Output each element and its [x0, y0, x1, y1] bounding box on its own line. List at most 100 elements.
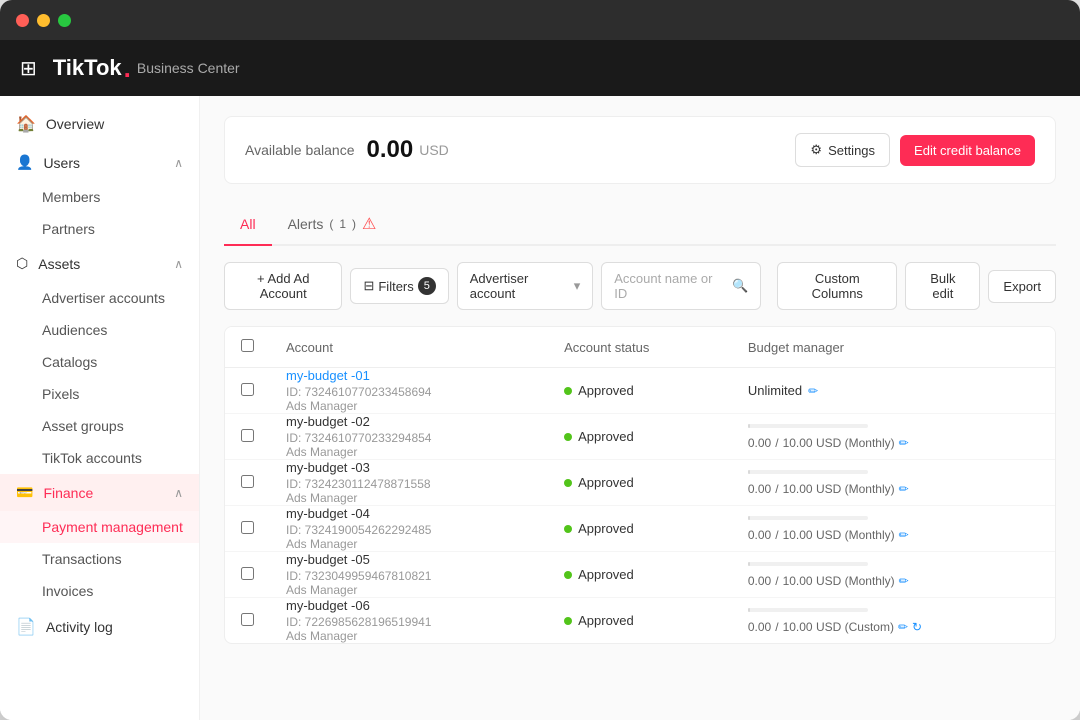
row-checkbox[interactable] [241, 613, 254, 626]
advertiser-account-label: Advertiser account [470, 271, 566, 301]
refresh-icon[interactable]: ↻ [912, 620, 922, 634]
account-name: my-budget -06 [286, 598, 532, 613]
budget-bar [748, 516, 1039, 520]
maximize-button[interactable] [58, 14, 71, 27]
header-budget-manager: Budget manager [732, 327, 1055, 368]
row-budget-cell: 0.00 / 10.00 USD (Monthly) ✏ [732, 506, 1055, 552]
activity-log-icon: 📄 [16, 617, 36, 637]
filters-button[interactable]: ⊟ Filters 5 [350, 268, 448, 304]
bulk-edit-button[interactable]: Bulk edit [905, 262, 980, 310]
row-checkbox[interactable] [241, 567, 254, 580]
tab-all[interactable]: All [224, 204, 272, 246]
budget-bar-fill [748, 562, 750, 566]
edit-credit-balance-button[interactable]: Edit credit balance [900, 135, 1035, 166]
account-info: my-budget -04 ID: 7324190054262292485 Ad… [286, 506, 532, 551]
row-checkbox[interactable] [241, 521, 254, 534]
budget-max: 10.00 USD (Custom) [783, 620, 894, 634]
budget-bar [748, 562, 1039, 566]
chevron-down-icon: ▾ [574, 278, 581, 294]
row-status-cell: Approved [548, 552, 732, 598]
add-ad-account-label: + Add Ad Account [237, 271, 329, 301]
app-container: ⊞ TikTok. Business Center 🏠 Overview 👤 U… [0, 40, 1080, 720]
status-badge: Approved [564, 613, 716, 628]
sidebar-child-catalogs[interactable]: Catalogs [0, 346, 199, 378]
balance-amount: 0.00 [367, 136, 414, 164]
budget-info: 0.00 / 10.00 USD (Custom) ✏ ↻ [748, 608, 1039, 634]
sidebar-item-overview[interactable]: 🏠 Overview [0, 104, 199, 144]
alerts-count-num: 1 [339, 217, 346, 231]
settings-button[interactable]: ⚙ Settings [795, 133, 890, 167]
sidebar-item-activity-log[interactable]: 📄 Activity log [0, 607, 199, 647]
logo-text: TikTok [53, 55, 122, 81]
search-box[interactable]: Account name or ID 🔍 [601, 262, 761, 310]
edit-budget-icon[interactable]: ✏ [898, 620, 908, 634]
sidebar-section-finance[interactable]: 💳 Finance ∧ [0, 474, 199, 511]
tab-alerts[interactable]: Alerts (1) ⚠ [272, 204, 393, 246]
row-checkbox[interactable] [241, 475, 254, 488]
budget-max: 10.00 USD (Monthly) [783, 482, 895, 496]
sidebar-child-invoices[interactable]: Invoices [0, 575, 199, 607]
users-label: Users [43, 155, 80, 171]
row-account-cell: my-budget -02 ID: 7324610770233294854 Ad… [270, 414, 548, 460]
logo-subtitle: Business Center [137, 60, 240, 76]
sidebar-child-audiences[interactable]: Audiences [0, 314, 199, 346]
advertiser-account-dropdown[interactable]: Advertiser account ▾ [457, 262, 593, 310]
table-header: Account Account status Budget manager [225, 327, 1055, 368]
row-account-cell: my-budget -01 ID: 7324610770233458694 Ad… [270, 368, 548, 414]
edit-budget-icon[interactable]: ✏ [899, 528, 909, 542]
sidebar-child-transactions[interactable]: Transactions [0, 543, 199, 575]
custom-columns-button[interactable]: Custom Columns [777, 262, 897, 310]
account-id: ID: 7226985628196519941 [286, 615, 532, 629]
sidebar-child-tiktok-accounts[interactable]: TikTok accounts [0, 442, 199, 474]
balance-bar: Available balance 0.00 USD ⚙ Settings Ed… [224, 116, 1056, 184]
assets-chevron-icon: ∧ [174, 257, 183, 271]
sidebar-child-pixels[interactable]: Pixels [0, 378, 199, 410]
main-content: 🏠 Overview 👤 Users ∧ Members Partners ⬡ … [0, 96, 1080, 720]
sidebar-child-asset-groups[interactable]: Asset groups [0, 410, 199, 442]
row-budget-cell: 0.00 / 10.00 USD (Monthly) ✏ [732, 414, 1055, 460]
sidebar-child-payment-management[interactable]: Payment management [0, 511, 199, 543]
account-name: my-budget -05 [286, 552, 532, 567]
budget-current: 0.00 [748, 528, 771, 542]
account-name[interactable]: my-budget -01 [286, 368, 532, 383]
app-logo: TikTok. Business Center [53, 55, 240, 81]
row-budget-cell: Unlimited ✏ [732, 368, 1055, 414]
grid-menu-icon[interactable]: ⊞ [20, 56, 37, 81]
sidebar-section-assets[interactable]: ⬡ Assets ∧ [0, 245, 199, 282]
budget-max: 10.00 USD (Monthly) [783, 528, 895, 542]
edit-budget-icon[interactable]: ✏ [899, 436, 909, 450]
close-button[interactable] [16, 14, 29, 27]
minimize-button[interactable] [37, 14, 50, 27]
row-checkbox-cell [225, 506, 270, 552]
sidebar-child-advertiser-accounts[interactable]: Advertiser accounts [0, 282, 199, 314]
sidebar-child-members[interactable]: Members [0, 181, 199, 213]
row-checkbox[interactable] [241, 429, 254, 442]
export-button[interactable]: Export [988, 270, 1056, 303]
status-badge: Approved [564, 383, 716, 398]
row-checkbox-cell [225, 460, 270, 506]
status-dot-icon [564, 525, 572, 533]
sidebar-child-partners[interactable]: Partners [0, 213, 199, 245]
account-id: ID: 7324230112478871558 [286, 477, 532, 491]
partners-label: Partners [42, 221, 95, 237]
add-ad-account-button[interactable]: + Add Ad Account [224, 262, 342, 310]
row-account-cell: my-budget -04 ID: 7324190054262292485 Ad… [270, 506, 548, 552]
account-id: ID: 7324190054262292485 [286, 523, 532, 537]
row-checkbox[interactable] [241, 383, 254, 396]
budget-max: 10.00 USD (Monthly) [783, 574, 895, 588]
edit-budget-icon[interactable]: ✏ [899, 574, 909, 588]
edit-budget-icon[interactable]: ✏ [899, 482, 909, 496]
users-icon: 👤 [16, 154, 33, 171]
budget-info: 0.00 / 10.00 USD (Monthly) ✏ [748, 562, 1039, 588]
finance-icon: 💳 [16, 484, 33, 501]
row-status-cell: Approved [548, 598, 732, 644]
row-budget-cell: 0.00 / 10.00 USD (Custom) ✏ ↻ [732, 598, 1055, 644]
budget-info: 0.00 / 10.00 USD (Monthly) ✏ [748, 516, 1039, 542]
export-label: Export [1003, 279, 1041, 294]
sidebar-section-users[interactable]: 👤 Users ∧ [0, 144, 199, 181]
balance-currency: USD [419, 142, 449, 158]
select-all-checkbox[interactable] [241, 339, 254, 352]
budget-info: 0.00 / 10.00 USD (Monthly) ✏ [748, 470, 1039, 496]
row-status-cell: Approved [548, 506, 732, 552]
edit-budget-icon[interactable]: ✏ [808, 384, 818, 398]
